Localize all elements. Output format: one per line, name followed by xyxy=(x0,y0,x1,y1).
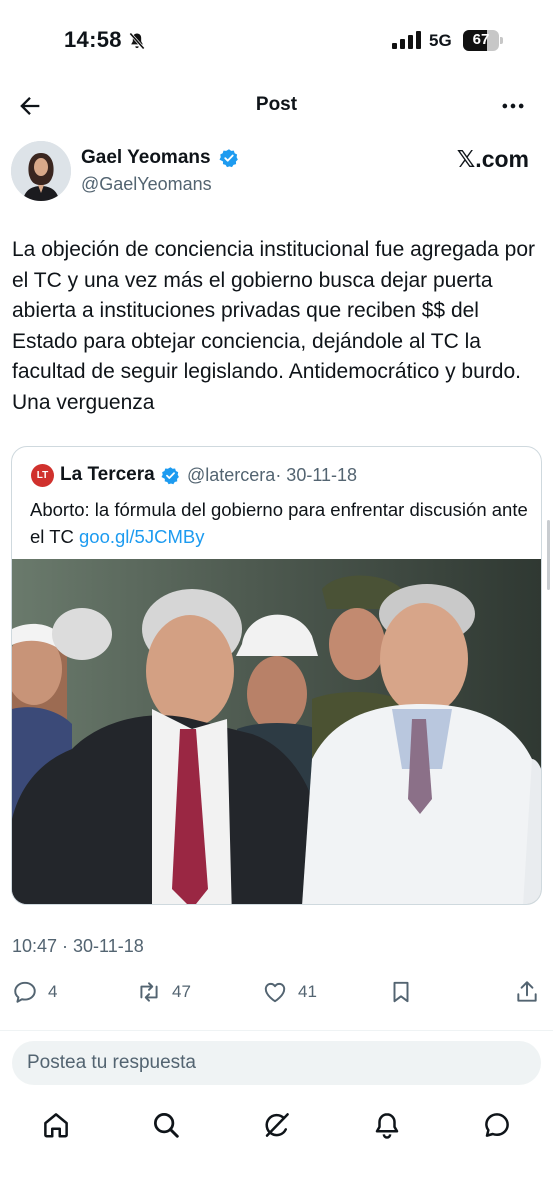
quoted-post[interactable]: LT La Tercera @latercera· 30-11-18 Abort… xyxy=(11,446,542,905)
la-tercera-logo-icon: LT xyxy=(31,464,54,487)
like-count: 41 xyxy=(298,982,317,1001)
status-time: 14:58 xyxy=(64,27,122,52)
nav-search[interactable] xyxy=(151,1110,181,1140)
verified-badge-icon xyxy=(161,467,179,485)
network-type: 5G xyxy=(429,31,452,50)
bell-off-icon xyxy=(129,32,145,50)
quoted-link[interactable]: goo.gl/5JCMBy xyxy=(79,526,204,547)
nav-grok[interactable] xyxy=(262,1110,292,1140)
quoted-photo[interactable] xyxy=(12,559,542,905)
nav-messages[interactable] xyxy=(482,1110,512,1140)
post-timestamp: 10:47 · 30-11-18 xyxy=(12,936,144,956)
avatar[interactable] xyxy=(11,141,71,201)
reply-input[interactable] xyxy=(12,1041,541,1085)
divider xyxy=(0,1030,553,1031)
nav-home[interactable] xyxy=(41,1110,71,1140)
search-icon xyxy=(154,1113,179,1138)
reply-button[interactable]: 4 xyxy=(12,977,57,1007)
bottom-nav xyxy=(0,1100,553,1200)
bookmark-icon xyxy=(393,981,409,1003)
home-icon xyxy=(44,1113,68,1138)
verified-badge-icon xyxy=(219,149,238,168)
author-name[interactable]: Gael Yeomans xyxy=(81,147,211,169)
repost-icon xyxy=(140,982,158,1002)
quoted-author-name: La Tercera xyxy=(60,464,155,485)
post-header: Post xyxy=(0,84,553,128)
battery-icon: 67 xyxy=(463,30,503,51)
quoted-date: · 30-11-18 xyxy=(275,465,358,485)
repost-count: 47 xyxy=(172,982,191,1001)
scroll-indicator[interactable] xyxy=(547,520,550,590)
repost-button[interactable]: 47 xyxy=(136,977,191,1007)
heart-icon xyxy=(264,982,286,1003)
share-button[interactable] xyxy=(514,977,540,1007)
notifications-icon xyxy=(375,1113,399,1139)
tweet-text: La objeción de conciencia institucional … xyxy=(12,238,536,414)
share-icon xyxy=(517,981,537,1002)
page-title: Post xyxy=(255,94,298,115)
author-handle[interactable]: @GaelYeomans xyxy=(81,174,212,195)
quoted-text: Aborto: la fórmula del gobierno para enf… xyxy=(30,496,530,550)
reply-icon xyxy=(14,981,36,1003)
battery-level: 67 xyxy=(472,31,490,48)
reply-count: 4 xyxy=(48,982,58,1001)
avatar-image xyxy=(11,141,71,201)
bookmark-button[interactable] xyxy=(388,977,414,1007)
like-button[interactable]: 41 xyxy=(262,977,317,1007)
more-options-icon[interactable] xyxy=(499,92,527,120)
quoted-handle-row: @latercera· 30-11-18 xyxy=(187,465,357,486)
status-bar: 14:58 5G 67 xyxy=(0,0,553,80)
grok-icon xyxy=(265,1113,289,1137)
nav-notifications[interactable] xyxy=(372,1110,402,1140)
quoted-handle: @latercera xyxy=(187,465,276,485)
source-label: 𝕏.com xyxy=(456,146,529,172)
action-bar: 4 47 41 xyxy=(0,972,553,1012)
messages-icon xyxy=(485,1113,509,1137)
signal-icon xyxy=(392,31,421,49)
